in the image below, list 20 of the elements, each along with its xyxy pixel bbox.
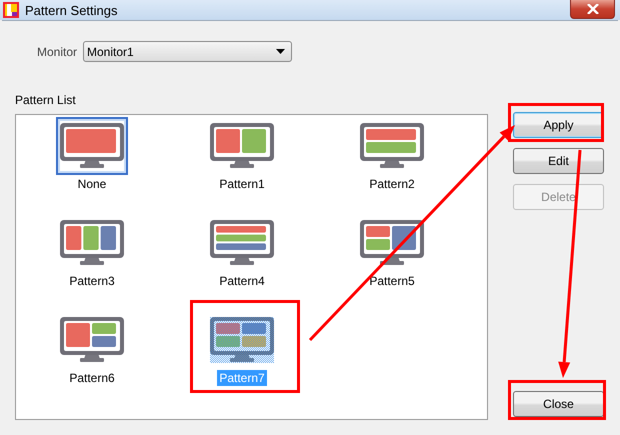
app-icon xyxy=(3,2,19,18)
close-button[interactable] xyxy=(570,0,615,19)
pattern-label: Pattern6 xyxy=(68,370,116,386)
close-icon xyxy=(586,4,598,14)
monitor-label: Monitor xyxy=(37,44,78,58)
dialog-button[interactable]: Close xyxy=(513,391,604,417)
monitor-icon[interactable] xyxy=(56,117,128,175)
pattern-label: Pattern1 xyxy=(218,176,266,192)
pattern-label: Pattern4 xyxy=(218,273,266,289)
caret-icon xyxy=(276,49,285,54)
pattern-label: None xyxy=(76,176,108,192)
monitor-dropdown[interactable]: Monitor1 xyxy=(83,41,292,62)
pattern-label: Pattern2 xyxy=(368,176,416,192)
pattern-label: Pattern3 xyxy=(68,273,116,289)
pattern-label: Pattern7 xyxy=(217,370,267,386)
window-title: Pattern Settings xyxy=(25,2,118,18)
dialog-button[interactable]: Edit xyxy=(513,148,604,174)
dialog-button[interactable]: Apply xyxy=(513,112,604,138)
pattern-label: Pattern5 xyxy=(368,273,416,289)
pattern-list-label: Pattern List xyxy=(15,93,77,109)
